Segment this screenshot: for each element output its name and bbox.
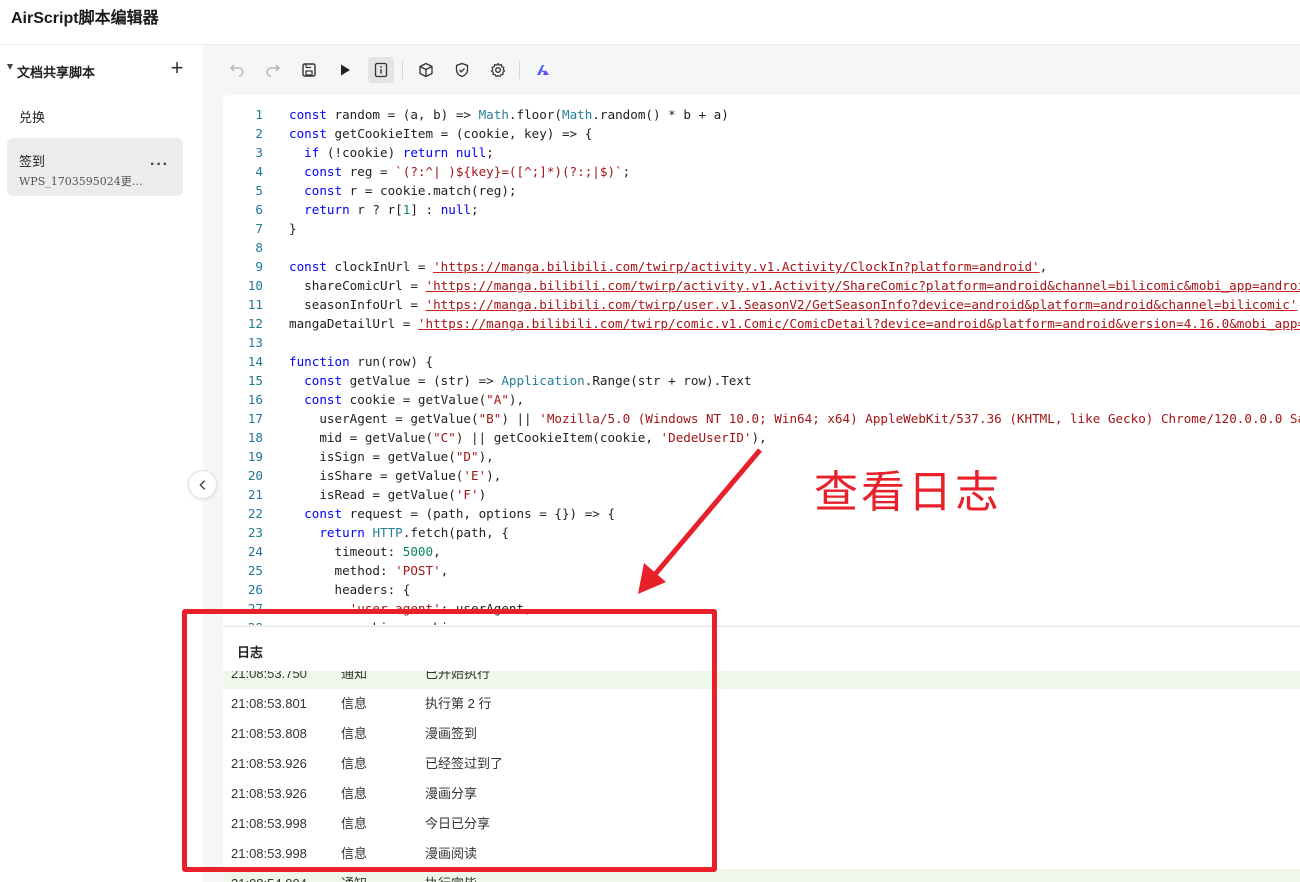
line-number: 13 [247, 335, 263, 350]
line-number: 23 [247, 525, 263, 540]
line-number: 18 [247, 430, 263, 445]
folder-row[interactable]: 文档共享脚本 + [0, 57, 204, 82]
add-script-button[interactable]: + [167, 57, 187, 80]
code-line-text[interactable]: const request = (path, options = {}) => … [289, 504, 615, 523]
annotation-text: 查看日志 [814, 467, 1002, 518]
code-line-text[interactable]: const random = (a, b) => Math.floor(Math… [289, 105, 729, 124]
line-number: 3 [255, 145, 263, 160]
code-line-text[interactable]: return r ? r[1] : null; [289, 200, 478, 219]
package-icon[interactable] [413, 57, 439, 83]
line-number: 17 [247, 411, 263, 426]
code-line-text[interactable]: } [289, 219, 297, 238]
shield-icon[interactable] [449, 57, 475, 83]
line-number: 7 [255, 221, 263, 236]
line-number: 20 [247, 468, 263, 483]
code-line-text[interactable]: seasonInfoUrl = 'https://manga.bilibili.… [289, 295, 1300, 314]
toolbar [205, 45, 1300, 95]
chevron-left-icon [198, 479, 205, 490]
run-icon[interactable] [332, 57, 358, 83]
sidebar: 文档共享脚本 + 兑换 签到 WPS_1703595024更新于… ··· [0, 45, 204, 882]
code-line-text[interactable]: headers: { [289, 580, 410, 599]
code-line-text[interactable]: const cookie = getValue("A"), [289, 390, 524, 409]
line-number: 24 [247, 544, 263, 559]
redo-icon[interactable] [260, 57, 286, 83]
line-number: 9 [255, 259, 263, 274]
line-number: 11 [247, 297, 263, 312]
undo-icon[interactable] [224, 57, 250, 83]
sidebar-item-label: 签到 [19, 154, 46, 169]
line-number: 19 [247, 449, 263, 464]
save-icon[interactable] [296, 57, 322, 83]
code-line-text[interactable]: const getValue = (str) => Application.Ra… [289, 371, 751, 390]
line-number: 22 [247, 506, 263, 521]
app-header: AirScript脚本编辑器 [0, 0, 1300, 45]
line-number: 8 [255, 240, 263, 255]
code-line-text[interactable]: mid = getValue("C") || getCookieItem(coo… [289, 428, 766, 447]
sidebar-item-signin[interactable]: 签到 WPS_1703595024更新于… ··· [7, 138, 183, 196]
code-line-text[interactable]: isRead = getValue('F') [289, 485, 486, 504]
line-number: 16 [247, 392, 263, 407]
code-line-text[interactable]: const r = cookie.match(reg); [289, 181, 516, 200]
annotation-highlight-box [182, 609, 717, 872]
code-line-text[interactable]: const reg = `(?:^| )${key}=([^;]*)(?:;|$… [289, 162, 630, 181]
line-number: 25 [247, 563, 263, 578]
code-line-text[interactable]: timeout: 5000, [289, 542, 440, 561]
caret-down-icon[interactable] [7, 64, 13, 70]
line-number: 21 [247, 487, 263, 502]
code-line-text[interactable]: const getCookieItem = (cookie, key) => { [289, 124, 592, 143]
code-line-text[interactable]: method: 'POST', [289, 561, 448, 580]
collapse-sidebar-button[interactable] [188, 470, 217, 499]
code-line-text[interactable]: isSign = getValue("D"), [289, 447, 493, 466]
line-number: 6 [255, 202, 263, 217]
code-line-text[interactable]: const clockInUrl = 'https://manga.bilibi… [289, 257, 1047, 276]
toolbar-divider [519, 61, 520, 79]
line-number: 26 [247, 582, 263, 597]
code-line-text[interactable]: if (!cookie) return null; [289, 143, 494, 162]
line-number: 10 [247, 278, 263, 293]
sidebar-item-subtitle: WPS_1703595024更新于… [19, 175, 144, 188]
log-icon[interactable] [368, 57, 394, 83]
line-number: 14 [247, 354, 263, 369]
code-line-text[interactable]: shareComicUrl = 'https://manga.bilibili.… [289, 276, 1300, 295]
code-line-text[interactable]: mangaDetailUrl = 'https://manga.bilibili… [289, 314, 1300, 333]
code-line-text[interactable]: function run(row) { [289, 352, 433, 371]
line-number: 1 [255, 107, 263, 122]
line-number: 5 [255, 183, 263, 198]
sidebar-item-label: 兑换 [19, 110, 46, 125]
code-editor[interactable]: 1 const random = (a, b) => Math.floor(Mat… [223, 95, 1300, 625]
line-number: 12 [247, 316, 263, 331]
line-number: 4 [255, 164, 263, 179]
sidebar-item-exchange[interactable]: 兑换 [7, 95, 183, 131]
ai-logo-icon[interactable] [530, 57, 556, 83]
code-line-text[interactable]: return HTTP.fetch(path, { [289, 523, 509, 542]
code-line-text[interactable]: isShare = getValue('E'), [289, 466, 501, 485]
toolbar-divider [402, 61, 403, 79]
gear-icon[interactable] [485, 57, 511, 83]
folder-label: 文档共享脚本 [17, 65, 96, 80]
more-icon[interactable]: ··· [150, 156, 169, 174]
line-number: 2 [255, 126, 263, 141]
code-line-text[interactable]: userAgent = getValue("B") || 'Mozilla/5.… [289, 409, 1300, 428]
app-title: AirScript脚本编辑器 [11, 10, 159, 27]
line-number: 15 [247, 373, 263, 388]
